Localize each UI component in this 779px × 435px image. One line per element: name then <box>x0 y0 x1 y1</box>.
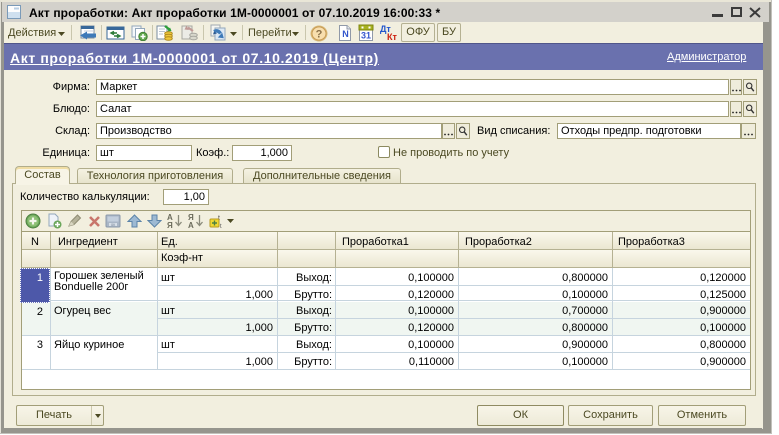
svg-text:?: ? <box>316 29 323 41</box>
svg-text:N: N <box>342 29 349 39</box>
svg-text:31: 31 <box>361 31 371 41</box>
